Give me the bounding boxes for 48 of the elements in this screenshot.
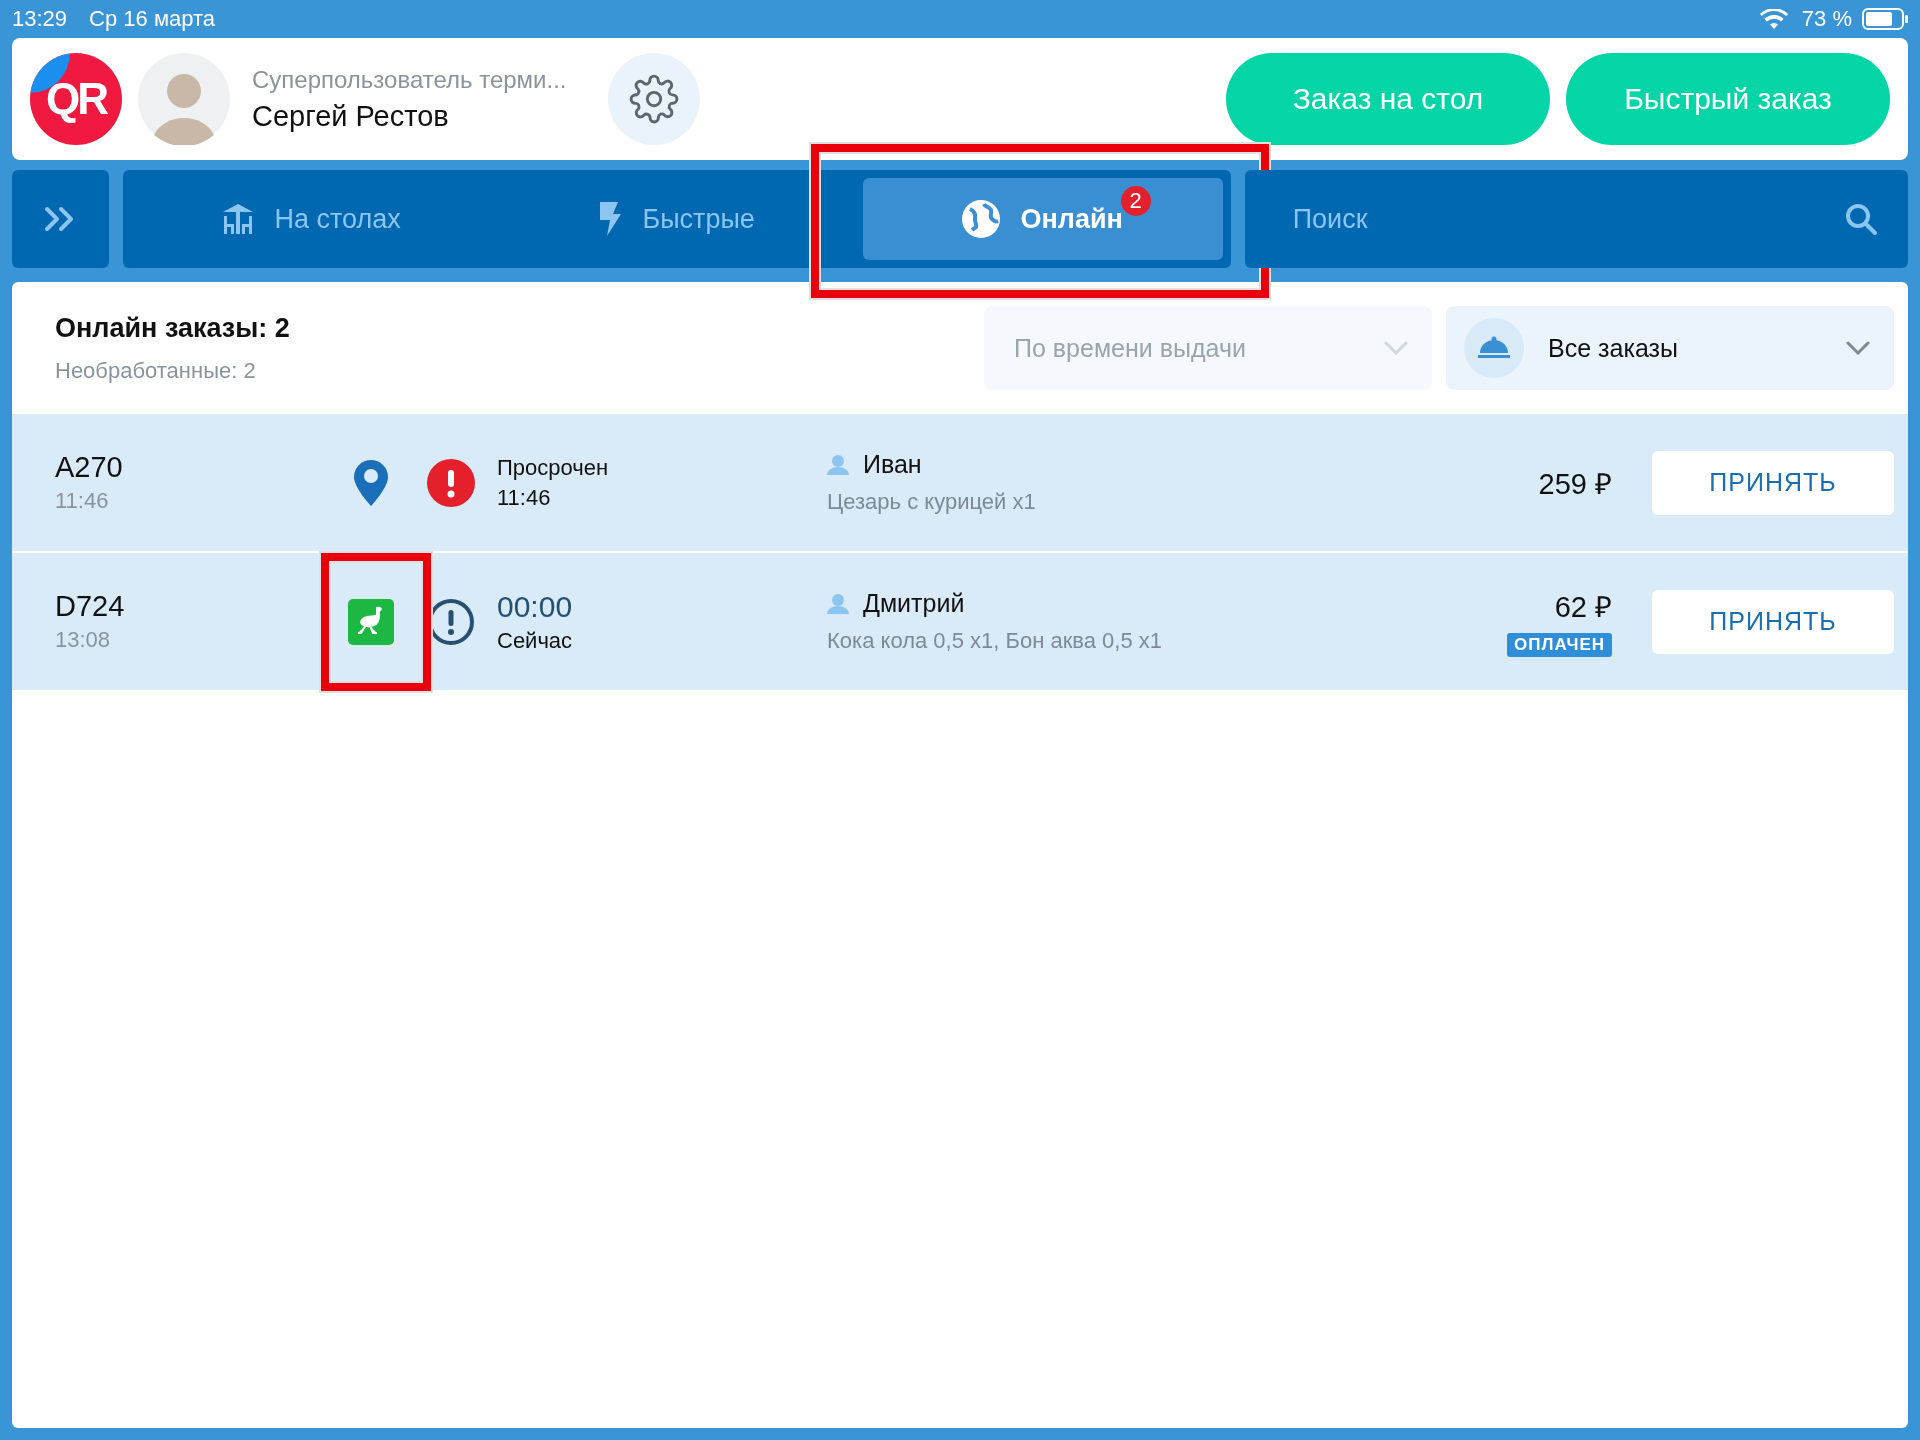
accept-button[interactable]: ПРИНЯТЬ (1652, 589, 1894, 654)
person-icon (827, 454, 849, 475)
expand-button[interactable] (12, 170, 109, 268)
chevron-down-icon (1384, 341, 1408, 355)
order-items: Кока кола 0,5 x1, Бон аква 0,5 x1 (827, 628, 1163, 654)
order-row[interactable]: D724 13:08 00:00 Сейчас Дмитрий Кока кола 0,5 x1, Бон аква 0,5 x1 62 ₽ ОПЛАЧЕН ПРИНЯТЬ (12, 553, 1908, 692)
status-detail: 11:46 (497, 484, 552, 511)
order-price: 259 ₽ (1538, 467, 1612, 502)
order-status: 00:00 (497, 589, 574, 624)
settings-icon (629, 74, 679, 124)
order-row[interactable]: A270 11:46 Просрочен 11:46 Иван Цезарь с курицей x1 259 ₽ ПРИНЯТЬ (12, 414, 1908, 553)
tab[interactable]: Онлайн 2 (862, 178, 1223, 260)
user-role: Суперпользователь терми... (252, 65, 568, 94)
location-pin-icon (354, 459, 388, 506)
ostrich-icon (348, 598, 394, 645)
lightning-icon (598, 202, 623, 236)
person-icon (827, 593, 849, 614)
order-time: 11:46 (55, 488, 110, 514)
filter-dropdown[interactable]: Все заказы (1446, 306, 1894, 390)
status-detail: Сейчас (497, 627, 574, 654)
orders-title: Онлайн заказы: 2 (55, 312, 290, 344)
alert-icon (427, 458, 475, 507)
order-items: Цезарь с курицей x1 (827, 489, 1037, 515)
paid-badge: ОПЛАЧЕН (1507, 633, 1612, 657)
battery-percent: 73 % (1801, 6, 1852, 32)
avatar-icon (138, 53, 230, 145)
wifi-icon (1759, 9, 1788, 29)
orders-subtitle: Необработанные: 2 (55, 357, 257, 384)
status-time: 13:29 (12, 6, 68, 32)
qr-logo: QR (30, 53, 122, 145)
order-number: A270 (55, 451, 124, 484)
battery-icon (1862, 8, 1908, 30)
search-field[interactable]: Поиск (1244, 170, 1908, 268)
customer-name: Иван (863, 450, 922, 479)
count-badge: 2 (1120, 186, 1151, 216)
tab[interactable]: Быстрые (496, 178, 857, 260)
order-time: 13:08 (55, 627, 112, 653)
tab[interactable]: На столах (130, 178, 491, 260)
user-name: Сергей Рестов (252, 99, 450, 133)
chevron-down-icon (1846, 341, 1870, 355)
order-status: Просрочен (497, 454, 610, 481)
status-date: Ср 16 марта (89, 6, 216, 32)
customer-name: Дмитрий (863, 589, 965, 618)
search-icon (1844, 202, 1878, 236)
cloche-icon (1464, 318, 1524, 378)
order-price: 62 ₽ (1554, 590, 1612, 625)
accept-button[interactable]: ПРИНЯТЬ (1652, 450, 1894, 515)
order-number: D724 (55, 590, 126, 623)
